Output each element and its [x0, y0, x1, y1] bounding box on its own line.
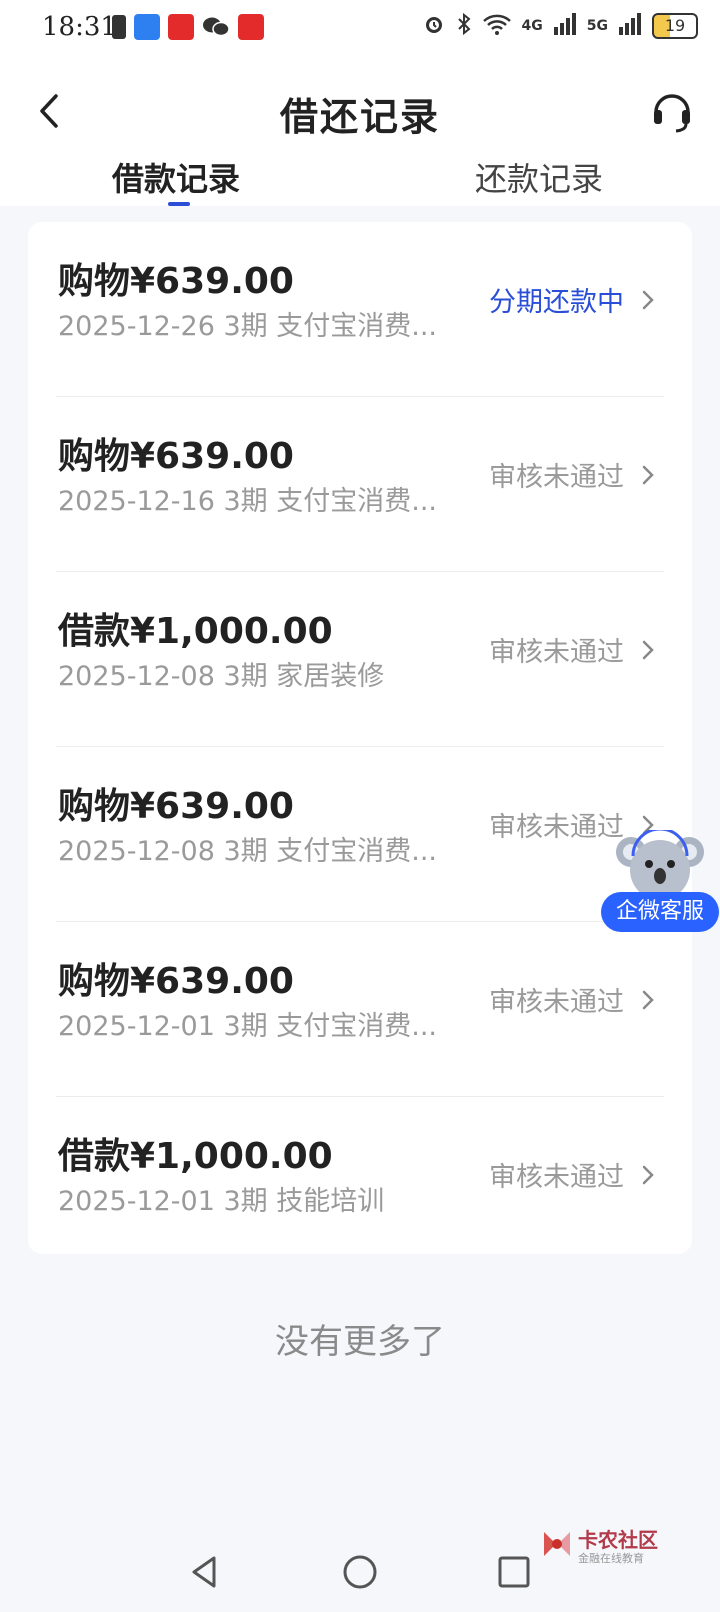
record-amount: 购物¥639.00: [58, 436, 294, 477]
page-header: 借还记录 借款记录 还款记录: [0, 56, 720, 206]
system-nav-bar: [0, 1540, 720, 1612]
record-row[interactable]: 购物¥639.00 2025-12-16 3期 支付宝消费... 审核未通过: [28, 397, 692, 572]
circle-home-icon: [343, 1555, 377, 1589]
status-bar: 18:31 4G 5G 19: [0, 0, 720, 56]
record-status: 分期还款中: [489, 287, 624, 318]
notification-icons: [112, 14, 264, 40]
customer-support-button[interactable]: [650, 86, 694, 136]
record-amount: 借款¥1,000.00: [58, 1136, 333, 1177]
record-meta: 2025-12-08 3期 家居装修: [58, 661, 385, 692]
video-app-notification-icon-2: [238, 14, 264, 40]
record-amount: 购物¥639.00: [58, 261, 294, 302]
headset-icon: [654, 94, 690, 133]
record-row[interactable]: 购物¥639.00 2025-12-08 3期 支付宝消费... 审核未通过: [28, 747, 692, 922]
record-meta: 2025-12-01 3期 技能培训: [58, 1186, 385, 1217]
status-time: 18:31: [42, 12, 117, 42]
network-4g-label: 4G: [521, 18, 543, 34]
nav-back-button[interactable]: [184, 1550, 228, 1594]
record-status: 审核未通过: [489, 462, 624, 493]
record-amount: 购物¥639.00: [58, 961, 294, 1002]
floating-service-button[interactable]: 企微客服: [601, 830, 719, 934]
page-title: 借还记录: [279, 94, 440, 139]
record-amount: 购物¥639.00: [58, 786, 294, 827]
app-notification-icon: [134, 14, 160, 40]
record-amount: 借款¥1,000.00: [58, 611, 333, 652]
alarm-icon: [422, 12, 446, 40]
phone-notification-icon: [112, 15, 126, 39]
record-meta: 2025-12-16 3期 支付宝消费...: [58, 486, 438, 517]
record-status: 审核未通过: [489, 1162, 624, 1193]
nav-recents-button[interactable]: [492, 1550, 536, 1594]
nav-home-button[interactable]: [338, 1550, 382, 1594]
record-meta: 2025-12-26 3期 支付宝消费...: [58, 311, 438, 342]
record-meta: 2025-12-08 3期 支付宝消费...: [58, 836, 438, 867]
network-5g-label: 5G: [586, 18, 608, 34]
record-row[interactable]: 购物¥639.00 2025-12-01 3期 支付宝消费... 审核未通过: [28, 922, 692, 1097]
triangle-back-icon: [192, 1556, 216, 1588]
battery-icon: 19: [652, 13, 698, 39]
service-label: 企微客服: [601, 892, 719, 932]
record-row[interactable]: 借款¥1,000.00 2025-12-08 3期 家居装修 审核未通过: [28, 572, 692, 747]
wifi-icon: [482, 12, 512, 40]
chevron-right-icon: [642, 465, 654, 485]
records-list: 购物¥639.00 2025-12-26 3期 支付宝消费... 分期还款中 购…: [28, 222, 692, 1254]
record-row[interactable]: 购物¥639.00 2025-12-26 3期 支付宝消费... 分期还款中: [28, 222, 692, 397]
bluetooth-icon: [456, 12, 472, 40]
record-meta: 2025-12-01 3期 支付宝消费...: [58, 1011, 438, 1042]
system-icons: 4G 5G 19: [422, 12, 698, 40]
chevron-right-icon: [642, 990, 654, 1010]
tab-repayment-records[interactable]: 还款记录: [475, 154, 603, 200]
no-more-text: 没有更多了: [275, 1322, 445, 1362]
record-status: 审核未通过: [489, 637, 624, 668]
chevron-right-icon: [642, 1165, 654, 1185]
signal-icon-2: [618, 13, 642, 39]
video-app-notification-icon: [168, 14, 194, 40]
record-status: 审核未通过: [489, 987, 624, 1018]
chevron-right-icon: [642, 290, 654, 310]
signal-icon: [553, 13, 577, 39]
record-row[interactable]: 借款¥1,000.00 2025-12-01 3期 技能培训 审核未通过: [28, 1097, 692, 1272]
square-recents-icon: [498, 1556, 530, 1588]
tab-borrow-records[interactable]: 借款记录: [112, 154, 240, 200]
wechat-icon: [202, 16, 230, 38]
active-tab-indicator: [168, 202, 190, 206]
chevron-right-icon: [642, 640, 654, 660]
